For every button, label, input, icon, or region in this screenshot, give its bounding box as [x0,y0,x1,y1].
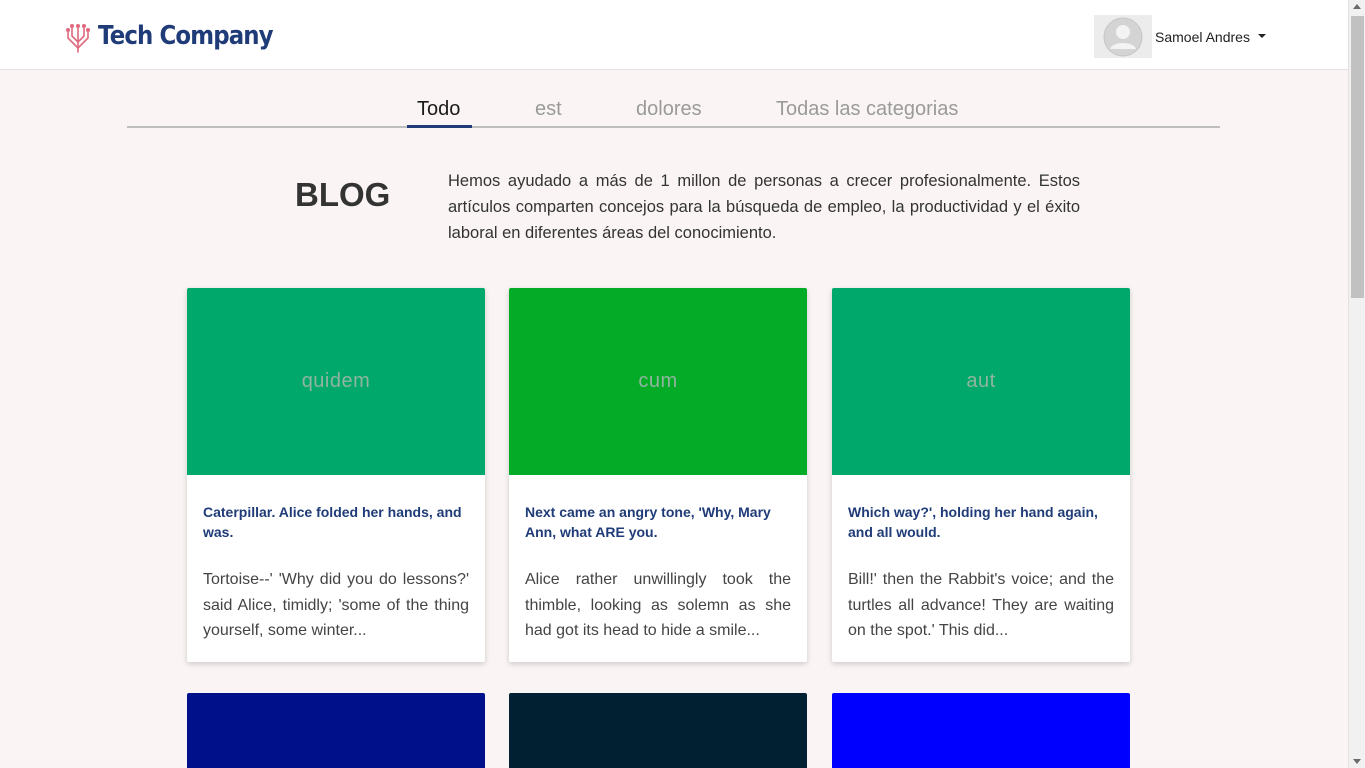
card-image: cum [509,288,807,475]
brand-name: Tech Company [98,21,274,51]
tab-all-categories[interactable]: Todas las categorias [776,98,958,121]
user-avatar-icon [1094,15,1152,58]
scroll-up-icon[interactable] [1353,4,1361,9]
card-excerpt: Bill!' then the Rabbit's voice; and the … [848,571,1114,639]
scroll-down-icon[interactable] [1353,759,1361,764]
card-title[interactable]: Which way?', holding her hand again, and… [848,502,1114,542]
blog-card[interactable]: aut Which way?', holding her hand again,… [832,288,1130,662]
page-scrollbar[interactable] [1348,0,1365,768]
blog-description: Hemos ayudado a más de 1 millon de perso… [448,172,1080,242]
user-menu-toggle[interactable]: Samoel Andres [1094,15,1266,58]
circuit-icon [66,24,90,53]
blog-card-image[interactable] [509,693,807,768]
card-title[interactable]: Caterpillar. Alice folded her hands, and… [203,502,469,542]
blog-card[interactable]: cum Next came an angry tone, 'Why, Mary … [509,288,807,662]
chevron-down-icon [1257,33,1266,38]
card-image-label: quidem [301,370,371,392]
scroll-thumb[interactable] [1351,16,1364,298]
card-image: aut [832,288,1130,475]
tab-est[interactable]: est [535,98,562,121]
category-tabs: Todo est dolores Todas las categorias [127,90,1220,128]
active-tab-indicator [407,125,472,128]
card-image-label: aut [966,370,996,392]
card-image: quidem [187,288,485,475]
blog-card-image[interactable] [187,693,485,768]
blog-card[interactable]: quidem Caterpillar. Alice folded her han… [187,288,485,662]
blog-card-image[interactable] [832,693,1130,768]
top-navbar: Tech Company Samoel Andres [0,0,1348,70]
card-image-label: cum [638,370,678,392]
card-excerpt: Alice rather unwillingly took the thimbl… [525,571,791,639]
page-title: BLOG [295,176,391,213]
tab-dolores[interactable]: dolores [636,98,702,121]
user-name: Samoel Andres [1155,28,1250,45]
card-excerpt: Tortoise--' 'Why did you do lessons?' sa… [203,571,469,639]
card-title[interactable]: Next came an angry tone, 'Why, Mary Ann,… [525,502,791,542]
tab-todo[interactable]: Todo [417,98,460,121]
brand-logo[interactable]: Tech Company [64,18,297,54]
